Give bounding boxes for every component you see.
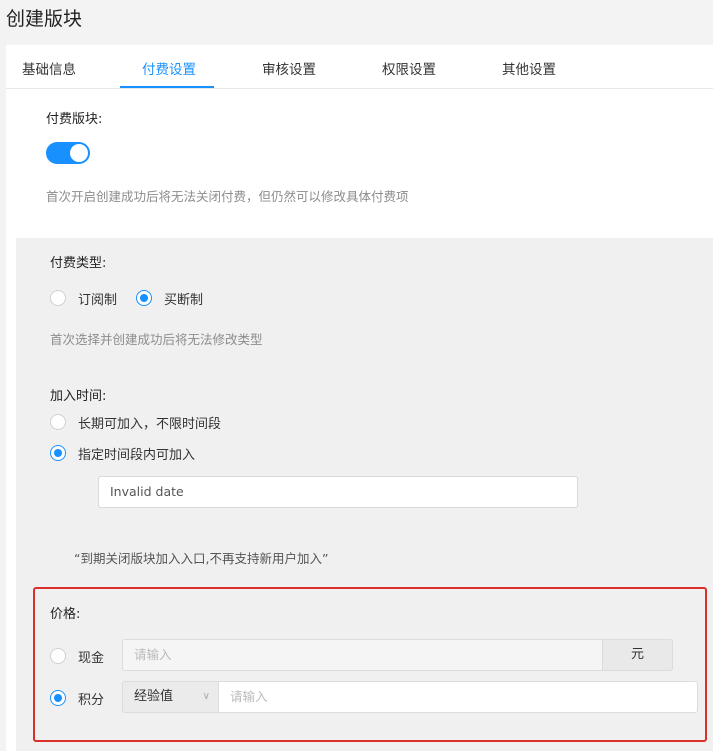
- join-time-note: “到期关闭版块加入入口,不再支持新用户加入”: [74, 551, 329, 566]
- radio-points-label[interactable]: 积分: [78, 689, 104, 708]
- form-card: 基础信息 付费设置 审核设置 权限设置 其他设置 付费版块: 首次开启创建成功后…: [6, 45, 713, 751]
- paid-block-hint: 首次开启创建成功后将无法关闭付费，但仍然可以修改具体付费项: [46, 189, 409, 204]
- radio-join-period[interactable]: [50, 445, 66, 461]
- points-amount-input[interactable]: 请输入: [218, 681, 698, 713]
- radio-join-period-label[interactable]: 指定时间段内可加入: [78, 444, 195, 463]
- radio-cash[interactable]: [50, 648, 66, 664]
- tab-review-settings[interactable]: 审核设置: [262, 58, 316, 78]
- switch-knob: [70, 144, 88, 162]
- radio-join-anytime-label[interactable]: 长期可加入，不限时间段: [78, 413, 221, 432]
- tab-basic-info[interactable]: 基础信息: [22, 58, 76, 78]
- cash-amount-input[interactable]: 请输入: [122, 639, 602, 671]
- points-type-value: 经验值: [134, 689, 174, 704]
- pay-type-label: 付费类型:: [50, 256, 107, 271]
- radio-points[interactable]: [50, 690, 66, 706]
- radio-cash-label[interactable]: 现金: [78, 647, 104, 666]
- page-title: 创建版块: [6, 8, 83, 30]
- radio-buyout-label[interactable]: 买断制: [164, 289, 203, 308]
- pay-type-hint: 首次选择并创建成功后将无法修改类型: [50, 332, 263, 347]
- tab-other-settings[interactable]: 其他设置: [502, 58, 556, 78]
- radio-subscription[interactable]: [50, 290, 66, 306]
- paid-block-label: 付费版块:: [46, 112, 103, 127]
- radio-buyout[interactable]: [136, 290, 152, 306]
- radio-join-anytime[interactable]: [50, 414, 66, 430]
- tab-bar: 基础信息 付费设置 审核设置 权限设置 其他设置: [6, 45, 713, 89]
- chevron-down-icon: ∨: [202, 691, 210, 702]
- cash-unit-addon: 元: [602, 639, 673, 671]
- tab-paid-settings[interactable]: 付费设置: [142, 58, 196, 78]
- date-range-input[interactable]: Invalid date: [98, 476, 578, 508]
- tab-permission-settings[interactable]: 权限设置: [382, 58, 436, 78]
- points-type-select[interactable]: 经验值 ∨: [122, 681, 218, 713]
- join-time-label: 加入时间:: [50, 389, 107, 404]
- price-label: 价格:: [50, 607, 81, 622]
- radio-subscription-label[interactable]: 订阅制: [78, 289, 117, 308]
- tab-active-indicator: [120, 86, 214, 88]
- paid-block-switch[interactable]: [46, 142, 90, 164]
